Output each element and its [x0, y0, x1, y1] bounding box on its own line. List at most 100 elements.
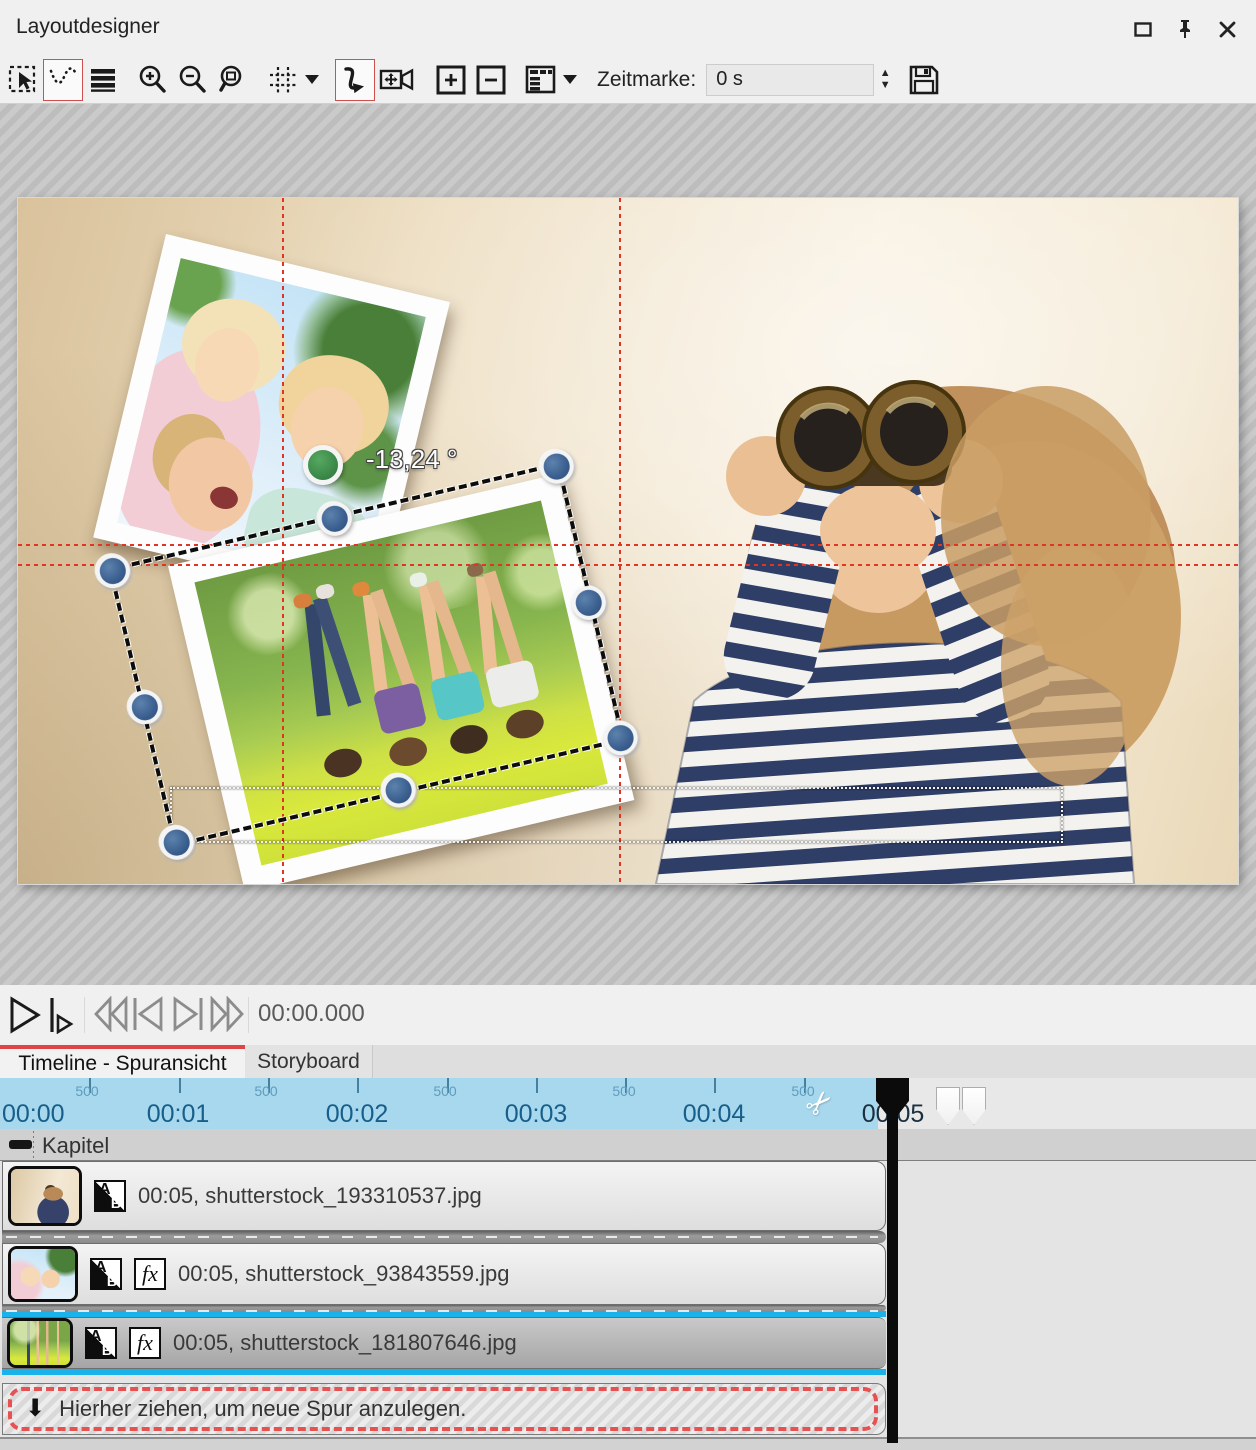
ruler-minor-label: 500	[254, 1083, 277, 1099]
zeitmarke-value: 0 s	[716, 68, 743, 91]
marker-flag-2[interactable]	[962, 1087, 986, 1125]
save-icon[interactable]	[904, 59, 944, 101]
ruler-tick	[714, 1078, 716, 1093]
close-icon[interactable]	[1214, 18, 1240, 40]
track3-thumbnail	[7, 1318, 73, 1368]
properties-dropdown-icon[interactable]	[563, 75, 577, 84]
selection-handle-bottom-left[interactable]	[156, 822, 197, 863]
ruler-label-1s: 00:01	[147, 1100, 210, 1129]
zoom-fit-icon[interactable]	[213, 59, 253, 101]
rewind-button[interactable]	[92, 996, 130, 1032]
new-track-dropzone[interactable]: ⬇ Hierher ziehen, um neue Spur anzulegen…	[2, 1383, 886, 1435]
track-row-1[interactable]: A B 00:05, shutterstock_193310537.jpg	[2, 1161, 886, 1231]
ruler-label-4s: 00:04	[683, 1100, 746, 1129]
photo-detail	[11, 1249, 75, 1299]
ruler-label-3s: 00:03	[505, 1100, 568, 1129]
ruler-label-2s: 00:02	[326, 1100, 389, 1129]
zeitmarke-input[interactable]: 0 s	[706, 64, 874, 96]
next-chapter-row-partial	[0, 1437, 1256, 1450]
title-bar: Layoutdesigner	[0, 0, 1256, 56]
play-from-position-button[interactable]	[48, 996, 74, 1034]
timeline-tracks-area: Kapitel A B 00:05, shutterstock_19331053…	[0, 1129, 1256, 1450]
zeitmarke-spinner[interactable]: ▲ ▼	[874, 64, 896, 96]
track-separator[interactable]	[2, 1305, 886, 1311]
marker-flag-1[interactable]	[936, 1087, 960, 1125]
photo-detail	[168, 437, 253, 532]
restore-window-icon[interactable]	[1130, 18, 1156, 40]
next-frame-button[interactable]	[170, 996, 206, 1032]
time-display: 00:00.000	[258, 1000, 365, 1028]
camera-pan-icon[interactable]	[375, 59, 421, 101]
fx-icon-label: fx	[142, 1261, 158, 1287]
ab-transition-icon[interactable]: A B	[85, 1327, 117, 1359]
ab-icon-letter-b: B	[111, 1195, 121, 1211]
grid-icon[interactable]	[263, 59, 303, 101]
collapse-chapter-icon[interactable]	[9, 1140, 32, 1149]
track2-label: 00:05, shutterstock_93843559.jpg	[178, 1261, 509, 1287]
fx-effect-icon[interactable]: fx	[134, 1258, 166, 1290]
track-row-3[interactable]: A B fx 00:05, shutterstock_181807646.jpg	[2, 1317, 886, 1369]
layout-canvas[interactable]: -13,24 °	[18, 198, 1238, 884]
ab-icon-letter-a: A	[99, 1181, 111, 1199]
ruler-tick	[357, 1078, 359, 1093]
tab-storyboard[interactable]: Storyboard	[245, 1045, 373, 1078]
ruler-tick	[536, 1078, 538, 1093]
track2-thumbnail	[8, 1246, 78, 1302]
canvas-background: -13,24 °	[0, 104, 1256, 985]
ruler-label-0s: 00:00	[2, 1100, 65, 1129]
selection-handle-right[interactable]	[568, 582, 609, 623]
chapter-header-divider	[33, 1131, 34, 1159]
selection-handle-top-left[interactable]	[92, 551, 133, 592]
ruler-tick	[179, 1078, 181, 1093]
zeitmarke-label: Zeitmarke:	[597, 68, 696, 92]
keyframe-curve-tool-icon[interactable]	[43, 59, 83, 101]
zoom-out-icon[interactable]	[173, 59, 213, 101]
photo-detail	[11, 1169, 79, 1223]
toolbar: Zeitmarke: 0 s ▲ ▼	[0, 56, 1256, 104]
ab-icon-letter-a: A	[95, 1259, 107, 1277]
object-properties-icon[interactable]	[521, 59, 561, 101]
track-separator[interactable]	[2, 1231, 886, 1243]
down-arrow-icon: ⬇	[25, 1394, 45, 1423]
select-tool-icon[interactable]	[3, 59, 43, 101]
add-box-icon[interactable]	[431, 59, 471, 101]
track-lane: A B 00:05, shutterstock_193310537.jpg A …	[2, 1161, 886, 1435]
motion-path-tool-icon[interactable]	[335, 59, 375, 101]
ruler-minor-label: 500	[433, 1083, 456, 1099]
zoom-in-icon[interactable]	[133, 59, 173, 101]
track1-thumbnail	[8, 1166, 82, 1226]
tracks-list-icon[interactable]	[83, 59, 123, 101]
previous-frame-button[interactable]	[130, 996, 166, 1032]
spinner-down-icon[interactable]: ▼	[880, 81, 891, 90]
fast-forward-button[interactable]	[208, 996, 246, 1032]
grid-dropdown-icon[interactable]	[305, 75, 319, 84]
photo-detail	[10, 1321, 70, 1365]
window-title: Layoutdesigner	[16, 15, 160, 39]
track3-label: 00:05, shutterstock_181807646.jpg	[173, 1330, 517, 1356]
playhead-line[interactable]	[887, 1110, 898, 1443]
pin-icon[interactable]	[1172, 18, 1198, 40]
playback-bar: 00:00.000	[0, 985, 1256, 1045]
dropzone-label: Hierher ziehen, um neue Spur anzulegen.	[59, 1396, 466, 1422]
selection-handle-left[interactable]	[124, 686, 165, 727]
track-row-2[interactable]: A B fx 00:05, shutterstock_93843559.jpg	[2, 1243, 886, 1305]
chapter-header[interactable]: Kapitel	[0, 1129, 1256, 1161]
ab-transition-icon[interactable]: A B	[94, 1180, 126, 1212]
tab-timeline[interactable]: Timeline - Spuransicht	[0, 1045, 245, 1078]
track1-label: 00:05, shutterstock_193310537.jpg	[138, 1183, 482, 1209]
spinner-up-icon[interactable]: ▲	[880, 69, 891, 78]
selection-handle-top-right[interactable]	[536, 446, 577, 487]
fx-effect-icon[interactable]: fx	[129, 1327, 161, 1359]
timeline-ruler[interactable]: 00:00 00:01 00:02 00:03 00:04 00:05 500 …	[0, 1078, 1256, 1129]
fx-icon-label: fx	[137, 1330, 153, 1356]
remove-box-icon[interactable]	[471, 59, 511, 101]
ab-transition-icon[interactable]: A B	[90, 1258, 122, 1290]
view-tabs: Timeline - Spuransicht Storyboard	[0, 1045, 1256, 1078]
layoutdesigner-window: { "window": { "title": "Layoutdesigner" …	[0, 0, 1256, 1450]
ab-icon-letter-b: B	[102, 1342, 112, 1358]
ruler-minor-label: 500	[612, 1083, 635, 1099]
rotation-angle-label: -13,24 °	[366, 444, 457, 475]
play-button[interactable]	[8, 996, 42, 1034]
track3-selection-border: A B fx 00:05, shutterstock_181807646.jpg	[2, 1311, 886, 1375]
rotation-center-handle[interactable]	[303, 445, 343, 485]
